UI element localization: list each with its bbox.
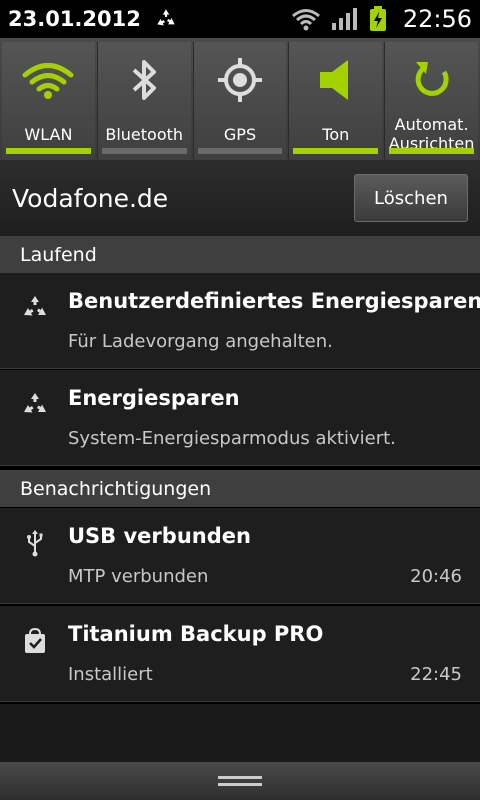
battery-charging-icon	[369, 6, 386, 31]
section-header-notifications: Benachrichtigungen	[0, 470, 480, 507]
notification-title: Benutzerdefiniertes Energiesparen	[68, 289, 480, 313]
toggle-state-bar	[6, 148, 91, 154]
speaker-icon	[319, 60, 348, 100]
notification-text: Für Ladevorgang angehalten.	[68, 331, 333, 352]
notification-title: Titanium Backup PRO	[68, 622, 324, 646]
notification-item[interactable]: USB verbunden MTP verbunden 20:46	[0, 508, 480, 604]
notification-time: 20:46	[410, 566, 462, 587]
status-bar: 23.01.2012 22:56	[0, 0, 480, 38]
toggle-state-bar	[293, 148, 379, 154]
wifi-icon	[291, 9, 320, 31]
recycle-icon	[24, 296, 46, 316]
toggle-state-bar	[389, 148, 474, 154]
notification-item[interactable]: Energiesparen System-Energiesparmodus ak…	[0, 370, 480, 466]
status-time: 22:56	[402, 5, 472, 33]
notification-time: 22:45	[410, 664, 462, 685]
quick-toggle-auto-rotate[interactable]: Automat. Ausrichten	[384, 42, 478, 160]
notification-item[interactable]: Benutzerdefiniertes Energiesparen Für La…	[0, 273, 480, 369]
quick-toggle-label-line1: Automat.	[394, 115, 469, 134]
clear-notifications-button[interactable]: Löschen	[354, 174, 468, 222]
operator-name: Vodafone.de	[12, 183, 169, 213]
gps-icon	[217, 58, 262, 102]
signal-icon	[331, 8, 357, 30]
quick-toggle-sound[interactable]: Ton	[288, 42, 383, 160]
notification-text: System-Energiesparmodus aktiviert.	[68, 428, 396, 449]
notification-title: Energiesparen	[68, 386, 240, 410]
quick-settings-panel: WLAN Bluetooth GPS Ton Automat. Ausricht…	[0, 38, 480, 160]
quick-toggle-gps[interactable]: GPS	[192, 42, 287, 160]
wifi-icon	[22, 63, 74, 99]
quick-toggle-wlan[interactable]: WLAN	[2, 42, 95, 160]
notification-item[interactable]: Titanium Backup PRO Installiert 22:45	[0, 606, 480, 702]
recycle-icon	[157, 9, 175, 26]
install-bag-icon	[25, 627, 45, 653]
usb-icon	[27, 530, 43, 557]
bluetooth-icon	[132, 60, 157, 100]
operator-header: Vodafone.de Löschen	[0, 160, 480, 236]
toggle-state-bar	[197, 148, 283, 154]
drag-handle[interactable]	[0, 762, 480, 800]
recycle-icon	[24, 393, 46, 413]
toggle-state-bar	[101, 148, 187, 154]
grip-icon	[218, 776, 262, 786]
rotate-icon	[415, 62, 449, 96]
notification-text: Installiert	[68, 664, 153, 685]
section-header-ongoing: Laufend	[0, 236, 480, 273]
empty-area	[0, 704, 480, 762]
quick-toggle-bluetooth[interactable]: Bluetooth	[96, 42, 191, 160]
notification-text: MTP verbunden	[68, 566, 209, 587]
notification-title: USB verbunden	[68, 524, 251, 548]
status-date: 23.01.2012	[8, 7, 141, 31]
